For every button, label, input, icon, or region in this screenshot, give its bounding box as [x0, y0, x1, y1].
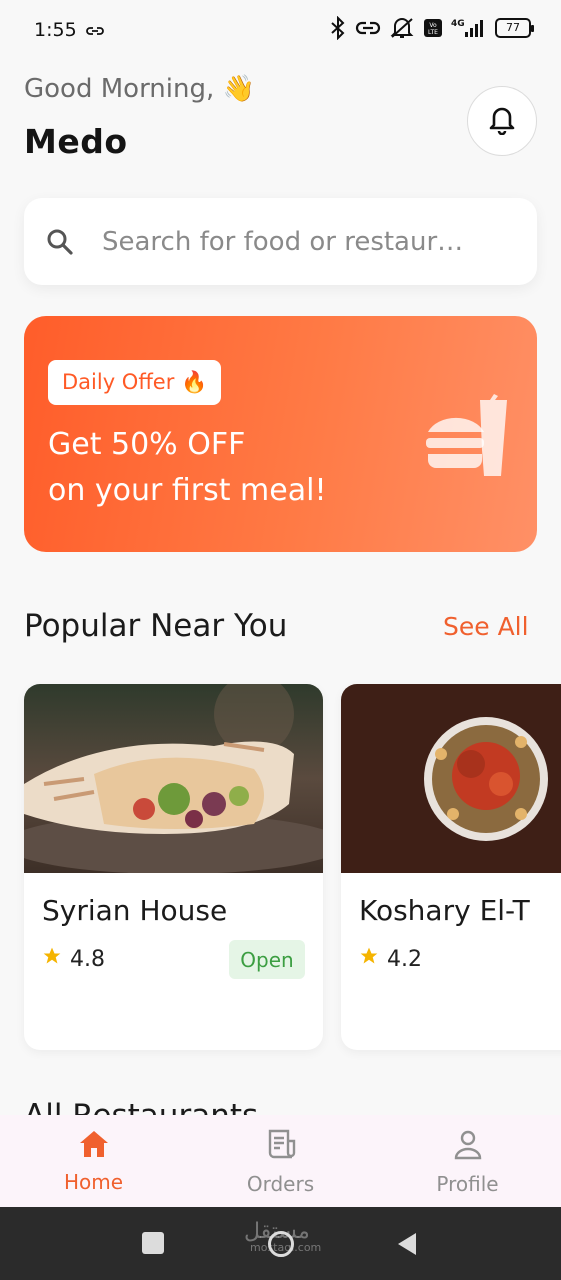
star-icon: [359, 946, 379, 972]
restaurant-card[interactable]: Syrian House 4.8 Open: [24, 684, 323, 1050]
promo-banner[interactable]: Daily Offer 🔥 Get 50% OFF on your first …: [24, 316, 537, 552]
svg-text:4G: 4G: [451, 19, 465, 29]
bell-icon: [487, 103, 517, 139]
restaurant-rating: 4.8: [42, 946, 105, 972]
home-button[interactable]: [268, 1231, 294, 1257]
system-navigation-bar: مستقل mostaql.com: [0, 1207, 561, 1280]
nav-home[interactable]: Home: [0, 1115, 187, 1207]
person-icon: [453, 1129, 483, 1166]
user-name: Medo: [24, 122, 128, 161]
burger-drink-icon: [424, 394, 516, 484]
promo-badge: Daily Offer 🔥: [48, 360, 222, 405]
link-icon: [86, 22, 104, 41]
promo-title: Get 50% OFF on your first meal!: [48, 422, 326, 514]
status-bar: 1:55 Vo LTE 4G 77: [0, 0, 561, 62]
status-icons: Vo LTE 4G 77: [329, 16, 534, 40]
koshary-bowl-photo: [341, 684, 561, 873]
volte-icon: Vo LTE: [423, 18, 443, 38]
popular-section-title: Popular Near You: [24, 608, 288, 644]
nav-profile[interactable]: Profile: [374, 1115, 561, 1207]
search-bar[interactable]: [24, 198, 537, 285]
rating-value: 4.2: [387, 946, 422, 972]
star-icon: [42, 946, 62, 972]
restaurant-rating: 4.2: [359, 946, 422, 972]
notification-button[interactable]: [467, 86, 537, 156]
promo-title-line2: on your first meal!: [48, 473, 327, 508]
mute-icon: [389, 17, 415, 39]
restaurant-name: Koshary El-T: [359, 894, 530, 927]
bottom-navigation: Home Orders Profile: [0, 1115, 561, 1207]
back-button[interactable]: [396, 1231, 418, 1261]
status-badge: Open: [229, 940, 305, 979]
nav-orders-label: Orders: [246, 1172, 315, 1196]
restaurant-name: Syrian House: [42, 894, 228, 927]
bluetooth-icon: [329, 16, 347, 40]
rating-value: 4.8: [70, 946, 105, 972]
home-icon: [78, 1129, 110, 1164]
link-icon: [355, 19, 381, 37]
svg-text:LTE: LTE: [428, 29, 438, 36]
signal-4g-icon: 4G: [451, 17, 487, 39]
nav-orders[interactable]: Orders: [187, 1115, 374, 1207]
battery-icon: 77: [495, 18, 534, 38]
restaurant-card[interactable]: Koshary El-T 4.2: [341, 684, 561, 1050]
promo-title-line1: Get 50% OFF: [48, 427, 246, 462]
search-icon: [46, 228, 74, 256]
recent-apps-button[interactable]: [142, 1232, 164, 1254]
svg-text:Vo: Vo: [429, 22, 437, 29]
status-time: 1:55: [34, 19, 77, 41]
receipt-icon: [266, 1129, 296, 1166]
greeting-text: Good Morning, 👋: [24, 74, 255, 104]
nav-profile-label: Profile: [436, 1172, 499, 1196]
app-screen: 1:55 Vo LTE 4G 77 Good Morning, 👋 Medo S…: [0, 0, 561, 1280]
search-input[interactable]: [102, 226, 502, 257]
see-all-link[interactable]: See All: [443, 612, 529, 641]
shawarma-wrap-photo: [24, 684, 323, 873]
nav-home-label: Home: [63, 1170, 124, 1194]
